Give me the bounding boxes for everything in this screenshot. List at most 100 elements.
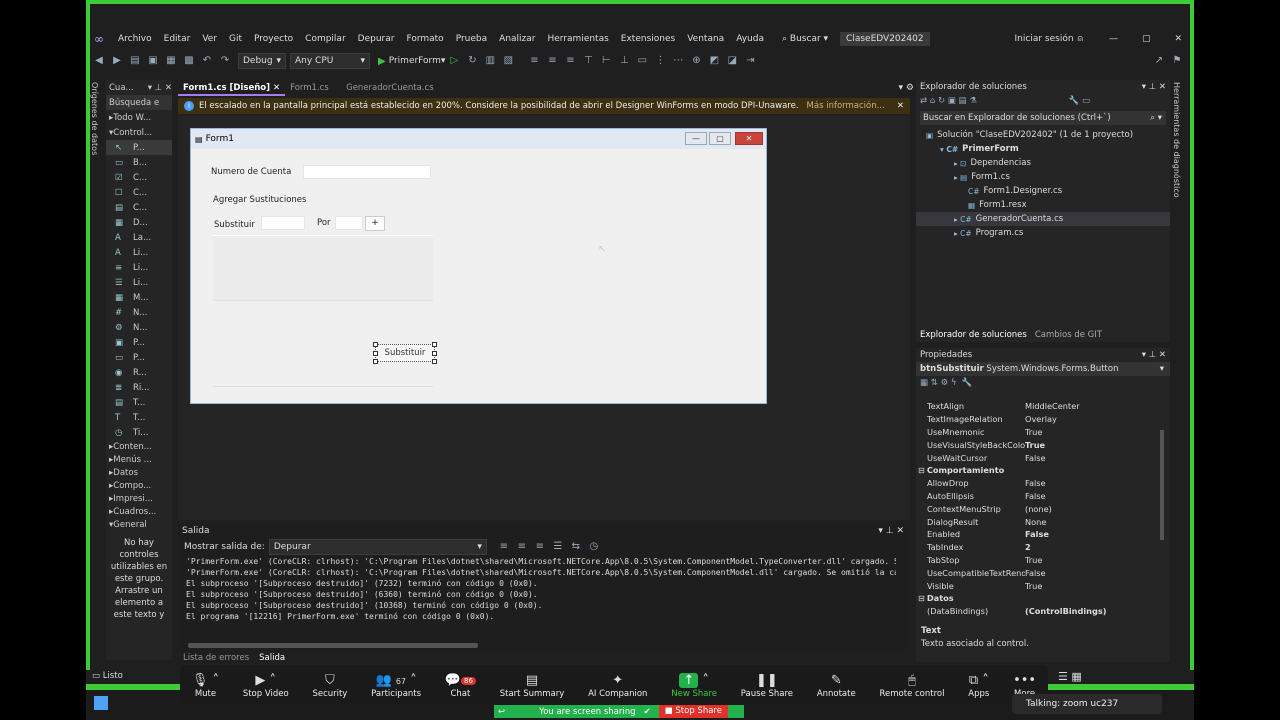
search-button[interactable]: ⌕ Buscar ▾ — [776, 34, 834, 44]
signin-link[interactable]: Iniciar sesión — [1015, 34, 1078, 44]
property-row[interactable]: TabIndex 2 — [916, 541, 1156, 554]
diagnostic-tools-tab[interactable]: Herramientas de diagnóstico — [1172, 78, 1181, 198]
new-project-icon[interactable]: ▤ — [128, 55, 142, 67]
toolbox-group[interactable]: ▾ General — [106, 518, 172, 531]
solution-tree-item[interactable]: ▸ ▤ Form1.cs — [916, 170, 1170, 184]
preview-icon[interactable]: ▭ — [1082, 96, 1170, 106]
events-icon[interactable]: ϟ — [951, 378, 957, 388]
solution-tree-item[interactable]: ▸ C# Program.cs — [916, 226, 1170, 240]
label-agregar-sustituciones[interactable]: Agregar Sustituciones — [213, 195, 306, 205]
collapse-icon[interactable]: ▣ — [948, 96, 956, 106]
menu-git[interactable]: Git — [223, 34, 248, 44]
toolbox-group[interactable]: ▸ Cuadros... — [106, 505, 172, 518]
resize-handle[interactable] — [432, 342, 437, 347]
solution-tree-item[interactable]: C# Form1.Designer.cs — [916, 184, 1170, 198]
align-top-icon[interactable]: ⊤ — [581, 55, 595, 67]
substituir-button-selected[interactable]: Substituir — [373, 342, 437, 364]
ai-companion-button[interactable]: ✦ AI Companion — [588, 673, 647, 699]
home-icon[interactable]: ⌂ — [930, 96, 935, 106]
share-icon[interactable]: ↗ — [1152, 55, 1166, 67]
start-summary-button[interactable]: ▤ Start Summary — [500, 673, 565, 699]
menu-formato[interactable]: Formato — [400, 34, 449, 44]
resize-handle[interactable] — [373, 359, 378, 364]
resize-handle[interactable] — [432, 351, 437, 356]
remote-control-button[interactable]: 🖱 Remote control — [880, 673, 945, 699]
toolbox-item[interactable]: ▦ M... — [106, 290, 172, 305]
toolbox-item[interactable]: ☑ C... — [106, 170, 172, 185]
toolbox-item[interactable]: ▣ P... — [106, 335, 172, 350]
panel-controls-icon[interactable]: ▾ ⊥ ✕ — [1142, 350, 1170, 360]
toolbox-search[interactable]: Búsqueda e — [106, 95, 172, 110]
alphabetical-icon[interactable]: ⇅ — [931, 378, 938, 388]
property-grid-scrollbar[interactable] — [1160, 430, 1164, 540]
toolbox-item[interactable]: ▤ C... — [106, 200, 172, 215]
label-numero-cuenta[interactable]: Numero de Cuenta — [211, 167, 291, 177]
menu-archivo[interactable]: Archivo — [112, 34, 158, 44]
property-row[interactable]: TabStop True — [916, 554, 1156, 567]
bring-front-icon[interactable]: ◩ — [707, 55, 721, 67]
property-row[interactable]: ContextMenuStrip (none) — [916, 502, 1156, 515]
toolbox-group[interactable]: ▸ Impresi... — [106, 492, 172, 505]
close-icon[interactable]: ✕ — [273, 83, 280, 93]
close-icon[interactable]: ✕ — [897, 101, 910, 111]
substitutions-list[interactable] — [213, 235, 433, 301]
properties-icon[interactable]: 🔧 — [1069, 96, 1080, 106]
align-left-icon[interactable]: ≡ — [527, 55, 541, 67]
align-middle-icon[interactable]: ⊢ — [599, 55, 613, 67]
property-category[interactable]: ⊟ Comportamiento — [916, 464, 1156, 477]
toolbox-item[interactable]: ☰ Li... — [106, 275, 172, 290]
toolbox-item[interactable]: ▭ P... — [106, 350, 172, 365]
toolbox-group-controls[interactable]: ▾ Control... — [106, 125, 172, 140]
toolbox-item[interactable]: A La... — [106, 230, 172, 245]
tab-form1-design[interactable]: Form1.cs [Diseño] ✕ — [178, 80, 286, 96]
close-icon[interactable]: ✕ — [1174, 34, 1190, 44]
filter-icon[interactable]: ⚗ — [969, 96, 977, 106]
solution-search-input[interactable]: Buscar en Explorador de soluciones (Ctrl… — [920, 111, 1166, 125]
menu-editar[interactable]: Editar — [158, 34, 197, 44]
label-substituir[interactable]: Substituir — [214, 220, 255, 230]
pause-share-button[interactable]: ❚❚ Pause Share — [741, 673, 793, 699]
spacing-icon[interactable]: ⋯ — [671, 55, 685, 67]
property-row[interactable]: AllowDrop False — [916, 477, 1156, 490]
new-share-button[interactable]: ↑ ˄ New Share — [671, 673, 717, 699]
properties-object-selector[interactable]: btnSubstituir System.Windows.Forms.Butto… — [916, 362, 1170, 376]
solution-tree-item[interactable]: ▣ Solución "ClaseEDV202402" (1 de 1 proye… — [916, 128, 1170, 142]
feedback-icon[interactable]: ⚑ — [1170, 55, 1184, 67]
resize-handle[interactable] — [373, 351, 378, 356]
horizontal-scrollbar[interactable] — [188, 643, 478, 648]
pin-icon[interactable]: ▾ ⊥ ✕ — [148, 83, 172, 93]
toolbox-item[interactable]: ⚙ N... — [106, 320, 172, 335]
toolbox-item[interactable]: # N... — [106, 305, 172, 320]
toolbox-item[interactable]: ◷ Ti... — [106, 425, 172, 440]
property-row[interactable]: TextImageRelation Overlay — [916, 413, 1156, 426]
format-icon[interactable]: ▧ — [501, 55, 515, 67]
properties-view-icon[interactable]: ⚙ — [941, 378, 949, 388]
form1-window[interactable]: ▤ Form1 — ▢ ✕ Numero de Cuenta Agregar S… — [190, 128, 767, 404]
label-por[interactable]: Por — [317, 218, 331, 228]
clear-icon[interactable]: ☰ — [551, 541, 565, 553]
center-icon[interactable]: ⊕ — [689, 55, 703, 67]
textbox-por[interactable] — [335, 216, 363, 230]
menu-ventana[interactable]: Ventana — [681, 34, 730, 44]
toolbox-item[interactable]: T T... — [106, 410, 172, 425]
add-substitution-button[interactable]: + — [365, 216, 385, 231]
solution-tree-item[interactable]: ▸ ⊡ Dependencias — [916, 156, 1170, 170]
timestamp-icon[interactable]: ◷ — [587, 541, 601, 553]
output-source-dropdown[interactable]: Depurar ▾ — [268, 539, 487, 555]
back-icon[interactable]: ◀ — [92, 55, 106, 67]
property-row[interactable]: UseWaitCursor False — [916, 451, 1156, 464]
property-row[interactable]: AutoEllipsis False — [916, 490, 1156, 503]
property-row[interactable]: TextAlign MiddleCenter — [916, 400, 1156, 413]
solution-tree-item[interactable]: ▦ Form1.resx — [916, 198, 1170, 212]
word-wrap-icon[interactable]: ⇆ — [569, 541, 583, 553]
windows-start-icon[interactable] — [94, 696, 108, 710]
forward-icon[interactable]: ▶ — [110, 55, 124, 67]
tab-error-list[interactable]: Lista de errores — [178, 650, 254, 666]
toolbox-group[interactable]: ▸ Datos — [106, 466, 172, 479]
view-layout-icon[interactable]: ☰ ▦ — [1058, 670, 1082, 683]
toolbox-item[interactable]: ◉ R... — [106, 365, 172, 380]
hot-reload-icon[interactable]: ↻ — [465, 55, 479, 67]
property-row[interactable]: (DataBindings) (ControlBindings) — [916, 605, 1156, 618]
menu-analizar[interactable]: Analizar — [493, 34, 541, 44]
start-debug-button[interactable]: ▶ PrimerForm ▾ — [378, 56, 445, 67]
